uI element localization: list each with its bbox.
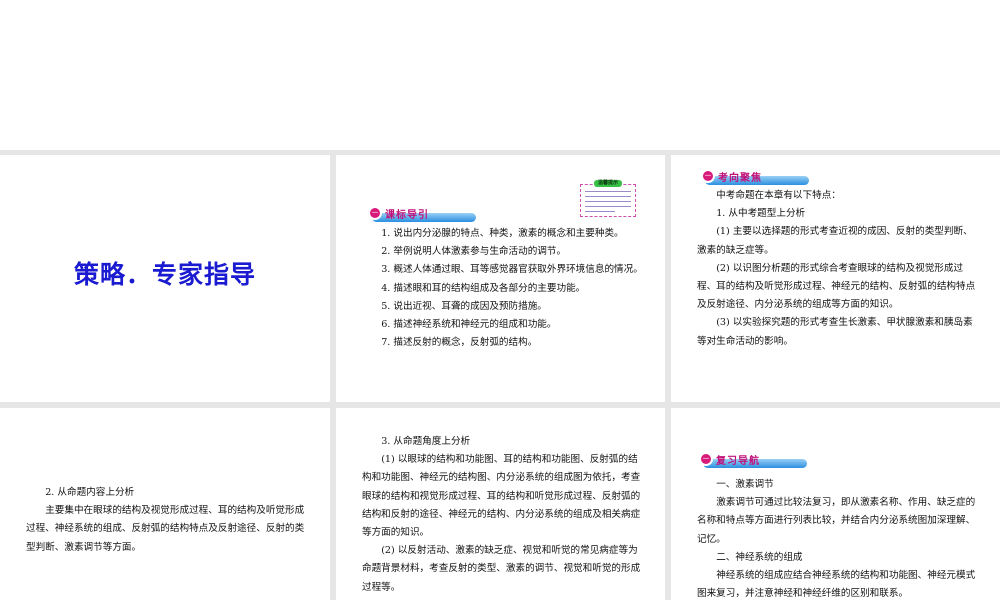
slide-text: 一、激素调节激素调节可通过比较法复习，即从激素名称、作用、缺乏症的名称和特点等方… bbox=[697, 476, 978, 600]
slide-title: 策略．专家指导 bbox=[73, 260, 256, 289]
text-line: 6. 描述神经系统和神经元的组成和功能。 bbox=[381, 319, 557, 331]
slide-text: 3. 从命题角度上分析 (1) 以眼球的结构和功能图、耳的结构和功能图、反射弧的结… bbox=[362, 433, 643, 597]
text-line: 中考命题在本章有以下特点： bbox=[716, 190, 841, 201]
slide-thumbnail-1[interactable]: 策略．专家指导 bbox=[0, 155, 330, 402]
text-line: 1. 说出内分泌腺的特点、种类，激素的概念和主要种类。 bbox=[381, 228, 624, 239]
slide-thumbnail-3[interactable]: －考向聚焦 中考命题在本章有以下特点： 1. 从中考题型上分析 (1) 主要以选择题… bbox=[671, 155, 1000, 402]
text-line: 3. 概述人体通过眼、耳等感觉器官获取外界环境信息的情况。 bbox=[381, 264, 643, 276]
text-line: (1) 主要以选择题的形式考查近视的成因、反射的类型判断、激素的缺乏症等。 bbox=[697, 226, 973, 256]
text-line: 主要集中在眼球的结构及视觉形成过程、耳的结构及听觉形成过程、神经系统的组成、反射… bbox=[26, 505, 305, 553]
section-badge: －课标导引 bbox=[368, 205, 476, 222]
text-line: 考向聚焦 bbox=[718, 172, 762, 184]
slide-thumbnail-4[interactable]: 2. 从命题内容上分析主要集中在眼球的结构及视觉形成过程、耳的结构及听觉形成过程… bbox=[0, 408, 330, 600]
text-line: 课标导引 bbox=[385, 209, 429, 221]
tip-box: 温馨提示 bbox=[580, 180, 636, 217]
section-badge: －考向聚焦 bbox=[701, 168, 809, 185]
text-line: 激素调节可通过比较法复习，即从激素名称、作用、缺乏症的名称和特点等方面进行列表比… bbox=[697, 497, 976, 545]
text-line: 二、神经系统的组成 bbox=[716, 551, 803, 563]
slide-text: 2. 从命题内容上分析主要集中在眼球的结构及视觉形成过程、耳的结构及听觉形成过程… bbox=[26, 484, 308, 557]
text-line: (1) 以眼球的结构和功能图、耳的结构和功能图、反射弧的结构和功能图、神经元的结… bbox=[362, 454, 641, 539]
slide-text: 1. 说出内分泌腺的特点、种类，激素的概念和主要种类。 2. 举例说明人体激素参与… bbox=[362, 225, 643, 352]
text-line: 2. 从命题内容上分析 bbox=[45, 487, 135, 498]
text-line: 神经系统的组成应结合神经系统的结构和功能图、神经元模式图来复习，并注意神经和神经… bbox=[697, 570, 976, 600]
text-line: 1. 从中考题型上分析 bbox=[716, 208, 806, 220]
slide-thumbnail-6[interactable]: －复习导航 一、激素调节激素调节可通过比较法复习，即从激素名称、作用、缺乏症的名… bbox=[671, 408, 1000, 600]
tip-title: 温馨提示 bbox=[594, 180, 622, 187]
text-line: 7. 描述反射的概念，反射弧的结构。 bbox=[381, 337, 538, 349]
slide-thumbnail-2[interactable]: 温馨提示 －课标导引 1. 说出内分泌腺的特点、种类，激素的概念和主要种类。 2.… bbox=[336, 155, 665, 402]
text-line: 3. 从命题角度上分析 bbox=[381, 436, 471, 447]
slide-thumbnail-5[interactable]: 3. 从命题角度上分析 (1) 以眼球的结构和功能图、耳的结构和功能图、反射弧的结… bbox=[336, 408, 665, 600]
text-line: (2) 以识图分析题的形式综合考查眼球的结构及视觉形成过程、耳的结构及听觉形成过… bbox=[697, 262, 976, 311]
text-line: 复习导航 bbox=[716, 455, 760, 467]
slide-text: 中考命题在本章有以下特点： 1. 从中考题型上分析 (1) 主要以选择题的形式考查近… bbox=[697, 187, 978, 351]
text-line: 2. 举例说明人体激素参与生命活动的调节。 bbox=[381, 246, 567, 258]
text-line: 4. 描述眼和耳的结构组成及各部分的主要功能。 bbox=[381, 282, 586, 294]
text-line: 5. 说出近视、耳聋的成因及预防措施。 bbox=[381, 300, 547, 312]
slide-editor-area[interactable] bbox=[0, 0, 1000, 150]
slide-sorter: 策略．专家指导 温馨提示 －课标导引 1. 说出内分泌腺的特点、种类，激素的概念… bbox=[0, 150, 1000, 600]
section-badge: －复习导航 bbox=[699, 451, 807, 468]
text-line: (3) 以实验探究题的形式考查生长激素、甲状腺激素和胰岛素等对生命活动的影响。 bbox=[697, 317, 973, 347]
text-line: 一、激素调节 bbox=[716, 479, 774, 490]
text-line: (2) 以反射活动、激素的缺乏症、视觉和听觉的常见病症等为命题背景材料，考查反射… bbox=[362, 545, 641, 593]
